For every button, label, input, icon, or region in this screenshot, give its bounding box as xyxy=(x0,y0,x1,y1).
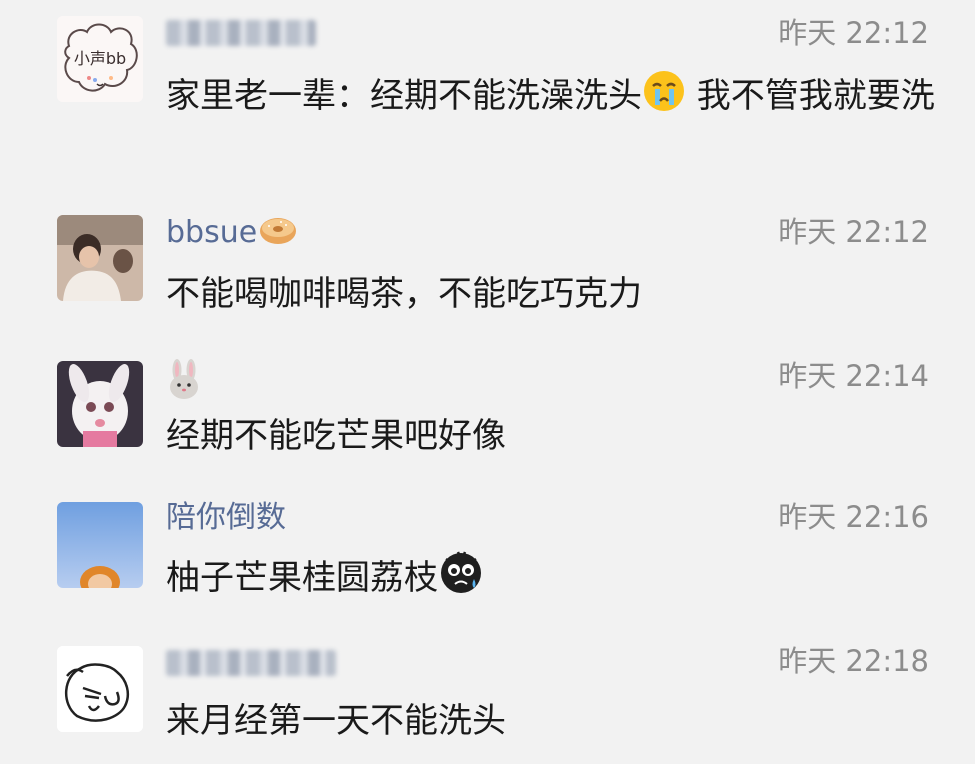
username-blurred[interactable] xyxy=(166,20,316,46)
comment-text: 柚子芒果桂圆荔枝 xyxy=(166,549,936,613)
comment-text: 家里老一辈：经期不能洗澡洗头 我不管我就要洗 xyxy=(166,68,936,131)
avatar[interactable] xyxy=(57,361,143,447)
rabbit-emoji xyxy=(166,358,202,409)
sad-face-emoji xyxy=(438,549,484,613)
comment-text-part: 家里老一辈：经期不能洗澡洗头 xyxy=(166,76,642,116)
comment-time: 昨天 22:14 xyxy=(778,359,929,393)
comment-time: 昨天 22:12 xyxy=(778,16,929,50)
comment-text: 经期不能吃芒果吧好像 xyxy=(166,416,506,456)
username[interactable] xyxy=(166,358,202,409)
comment-text: 来月经第一天不能洗头 xyxy=(166,701,506,741)
avatar-image xyxy=(57,361,143,447)
username-text: bbsue xyxy=(166,215,258,250)
bagel-emoji xyxy=(259,216,297,255)
avatar-image xyxy=(57,646,143,732)
username-blurred[interactable] xyxy=(166,650,336,676)
comment-time: 昨天 22:16 xyxy=(778,500,929,534)
avatar-text: 小声bb xyxy=(74,49,126,68)
comment-text: 不能喝咖啡喝茶，不能吃巧克力 xyxy=(166,274,642,314)
avatar[interactable] xyxy=(57,502,143,588)
avatar-image xyxy=(57,502,143,588)
comment-list: 小声bb 昨天 22:12 家里老一辈：经期不能洗澡洗头 我不管我就要洗 bbs… xyxy=(0,0,975,764)
username[interactable]: bbsue xyxy=(166,215,297,255)
username[interactable]: 陪你倒数 xyxy=(166,500,286,536)
avatar-image: 小声bb xyxy=(57,16,143,102)
avatar[interactable]: 小声bb xyxy=(57,16,143,102)
avatar-image xyxy=(57,215,143,301)
avatar[interactable] xyxy=(57,646,143,732)
comment-text-part: 我不管我就要洗 xyxy=(686,76,935,116)
comment-text-part: 柚子芒果桂圆荔枝 xyxy=(166,558,438,598)
crying-face-emoji xyxy=(642,69,686,131)
comment-time: 昨天 22:18 xyxy=(778,644,929,678)
avatar[interactable] xyxy=(57,215,143,301)
comment-time: 昨天 22:12 xyxy=(778,215,929,249)
